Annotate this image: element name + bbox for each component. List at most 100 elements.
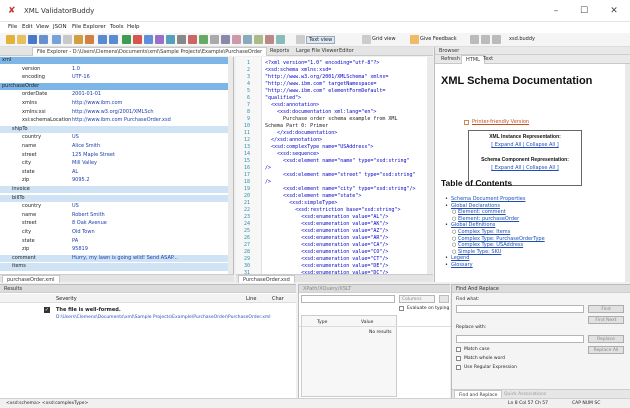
- printer-friendly-link[interactable]: Printer-friendly Version: [472, 119, 529, 125]
- editor-scrollbar[interactable]: [427, 57, 433, 274]
- find-input[interactable]: [456, 305, 584, 313]
- toc-link[interactable]: Element: purchaseOrder: [458, 216, 519, 222]
- toc-link[interactable]: Complex Type: USAddress: [458, 242, 523, 248]
- grid-row[interactable]: street 8 Oak Avenue: [0, 220, 228, 227]
- code-line[interactable]: <?xml version="1.0" encoding="utf-8"?>: [265, 60, 379, 67]
- tab-purchaseorder-xml[interactable]: purchaseOrder.xml: [2, 275, 60, 283]
- code-line[interactable]: <xsd:element name="city" type="xsd:strin…: [265, 186, 415, 193]
- t1-icon[interactable]: [470, 35, 479, 44]
- grid-row[interactable]: shipTo: [0, 125, 228, 134]
- code-line[interactable]: <xsd:enumeration value="AK"/>: [265, 221, 388, 228]
- code-line[interactable]: <xsd:enumeration value="CO"/>: [265, 249, 388, 256]
- columns-select[interactable]: Columns: [399, 295, 435, 303]
- settings-icon[interactable]: [243, 35, 252, 44]
- grid-row[interactable]: city Old Town: [0, 229, 228, 236]
- close-button[interactable]: ✕: [600, 0, 628, 22]
- grid-value[interactable]: 9095.2: [72, 177, 90, 184]
- grid-value[interactable]: 95819: [72, 246, 88, 253]
- grid-row[interactable]: billTo: [0, 194, 228, 202]
- grid-row[interactable]: purchaseOrder: [0, 82, 228, 91]
- match-word-checkbox[interactable]: [456, 356, 461, 361]
- instance-rep-links[interactable]: [ Expand All | Collapse All ]: [469, 142, 581, 148]
- grid-row[interactable]: name Alice Smith: [0, 143, 228, 150]
- code-line[interactable]: "http://www.ibm.com" elementFormDefault=: [265, 88, 385, 95]
- run-xpath-button[interactable]: [439, 295, 449, 303]
- tab-reports[interactable]: Reports: [266, 47, 293, 56]
- grid-row[interactable]: city Mill Valley: [0, 160, 228, 167]
- code-line[interactable]: <xsd:enumeration value="AZ"/>: [265, 228, 388, 235]
- grid-value[interactable]: AL: [72, 169, 78, 176]
- gen-icon[interactable]: [232, 35, 241, 44]
- code-line[interactable]: <xsd:element name="street" type="xsd:str…: [265, 172, 415, 179]
- code-line[interactable]: Schema Part 0: Primer: [265, 123, 328, 130]
- col-line[interactable]: Line: [246, 296, 256, 302]
- code-line[interactable]: </xsd:documentation>: [265, 130, 337, 137]
- convert-icon[interactable]: [199, 35, 208, 44]
- grid-row[interactable]: invoice: [0, 186, 228, 194]
- code-line[interactable]: <xsd:element name="state">: [265, 193, 361, 200]
- maximize-button[interactable]: ☐: [570, 0, 598, 22]
- check-icon[interactable]: [133, 35, 142, 44]
- grid-row[interactable]: state AL: [0, 169, 228, 176]
- xsd-editor[interactable]: 1 <?xml version="1.0" encoding="utf-8"?> 2…: [236, 57, 433, 274]
- grid-row[interactable]: state PA: [0, 238, 228, 245]
- grid-value[interactable]: Robert Smith: [72, 212, 105, 219]
- toc-link[interactable]: Legend: [451, 255, 469, 261]
- new-file-icon[interactable]: [6, 35, 15, 44]
- print-icon[interactable]: [52, 35, 61, 44]
- grid-value[interactable]: http://www.ibm.com PurchaseOrder.xsd: [72, 117, 171, 124]
- code-line[interactable]: <xsd:enumeration value="CT"/>: [265, 256, 388, 263]
- replace-input[interactable]: [456, 335, 584, 343]
- code-line[interactable]: "qualified">: [265, 95, 301, 102]
- grid-row[interactable]: orderDate 2001-01-01: [0, 91, 228, 98]
- regex-checkbox[interactable]: [456, 365, 461, 370]
- code-line[interactable]: <xsd:enumeration value="AL"/>: [265, 214, 388, 221]
- toc-link[interactable]: Global Declarations: [451, 203, 500, 209]
- validate-icon[interactable]: [122, 35, 131, 44]
- paste-icon[interactable]: [85, 35, 94, 44]
- json-icon[interactable]: [188, 35, 197, 44]
- xslt-icon[interactable]: [155, 35, 164, 44]
- toc-link[interactable]: Complex Type: PurchaseOrderType: [458, 236, 545, 242]
- replace-all-button[interactable]: Replace All: [588, 346, 624, 354]
- open-folder-icon[interactable]: [17, 35, 26, 44]
- grid-row[interactable]: zip 9095.2: [0, 177, 228, 184]
- code-line[interactable]: <xsd:documentation xml:lang="en">: [265, 109, 376, 116]
- grid-value[interactable]: 1.0: [72, 66, 80, 73]
- code-line[interactable]: />: [265, 165, 271, 172]
- grid-value[interactable]: Mill Valley: [72, 160, 97, 167]
- grid-scrollbar[interactable]: [228, 57, 233, 274]
- menu-tools[interactable]: Tools: [110, 24, 124, 30]
- grid-value[interactable]: Hurry, my lawn is going wild! Send ASAP.…: [72, 255, 178, 262]
- compare-icon[interactable]: [210, 35, 219, 44]
- grid-value[interactable]: 8 Oak Avenue: [72, 220, 107, 227]
- tab-purchaseorder-xsd[interactable]: PurchaseOrder.xsd: [238, 275, 295, 283]
- tool-icon[interactable]: [221, 35, 230, 44]
- buddy-file-tab[interactable]: xsd.buddy: [509, 36, 535, 42]
- replace-button[interactable]: Replace: [588, 335, 624, 343]
- feedback-icon[interactable]: [410, 35, 419, 44]
- menu-file[interactable]: File: [8, 24, 17, 30]
- match-case-checkbox[interactable]: [456, 347, 461, 352]
- grid-row[interactable]: version 1.0: [0, 66, 228, 73]
- code-line[interactable]: <xsd:enumeration value="CA"/>: [265, 242, 388, 249]
- menu-edit[interactable]: Edit: [22, 24, 33, 30]
- code-line[interactable]: "http://www.w3.org/2001/XMLSchema" xmlns…: [265, 74, 388, 81]
- grid-row[interactable]: country US: [0, 134, 228, 141]
- grid-row[interactable]: zip 95819: [0, 246, 228, 253]
- grid-row[interactable]: comment Hurry, my lawn is going wild! Sen…: [0, 254, 228, 263]
- schema-icon[interactable]: [166, 35, 175, 44]
- t3-icon[interactable]: [492, 35, 501, 44]
- browser-scrollbar[interactable]: [625, 64, 630, 282]
- code-line[interactable]: <xsd:restriction base="xsd:string">: [265, 207, 400, 214]
- code-line[interactable]: "http://www.ibm.com" targetNamespace=: [265, 81, 376, 88]
- toc-link[interactable]: Element: comment: [458, 209, 506, 215]
- find-button[interactable]: Find: [588, 305, 624, 313]
- menu-help[interactable]: Help: [127, 24, 140, 30]
- code-line[interactable]: <xsd:element name="name" type="xsd:strin…: [265, 158, 409, 165]
- code-line[interactable]: Purchase order schema example from XML: [265, 116, 397, 123]
- save-icon[interactable]: [28, 35, 37, 44]
- grid-row[interactable]: name Robert Smith: [0, 212, 228, 219]
- col-value[interactable]: Value: [361, 320, 373, 325]
- grid-row[interactable]: items: [0, 263, 228, 271]
